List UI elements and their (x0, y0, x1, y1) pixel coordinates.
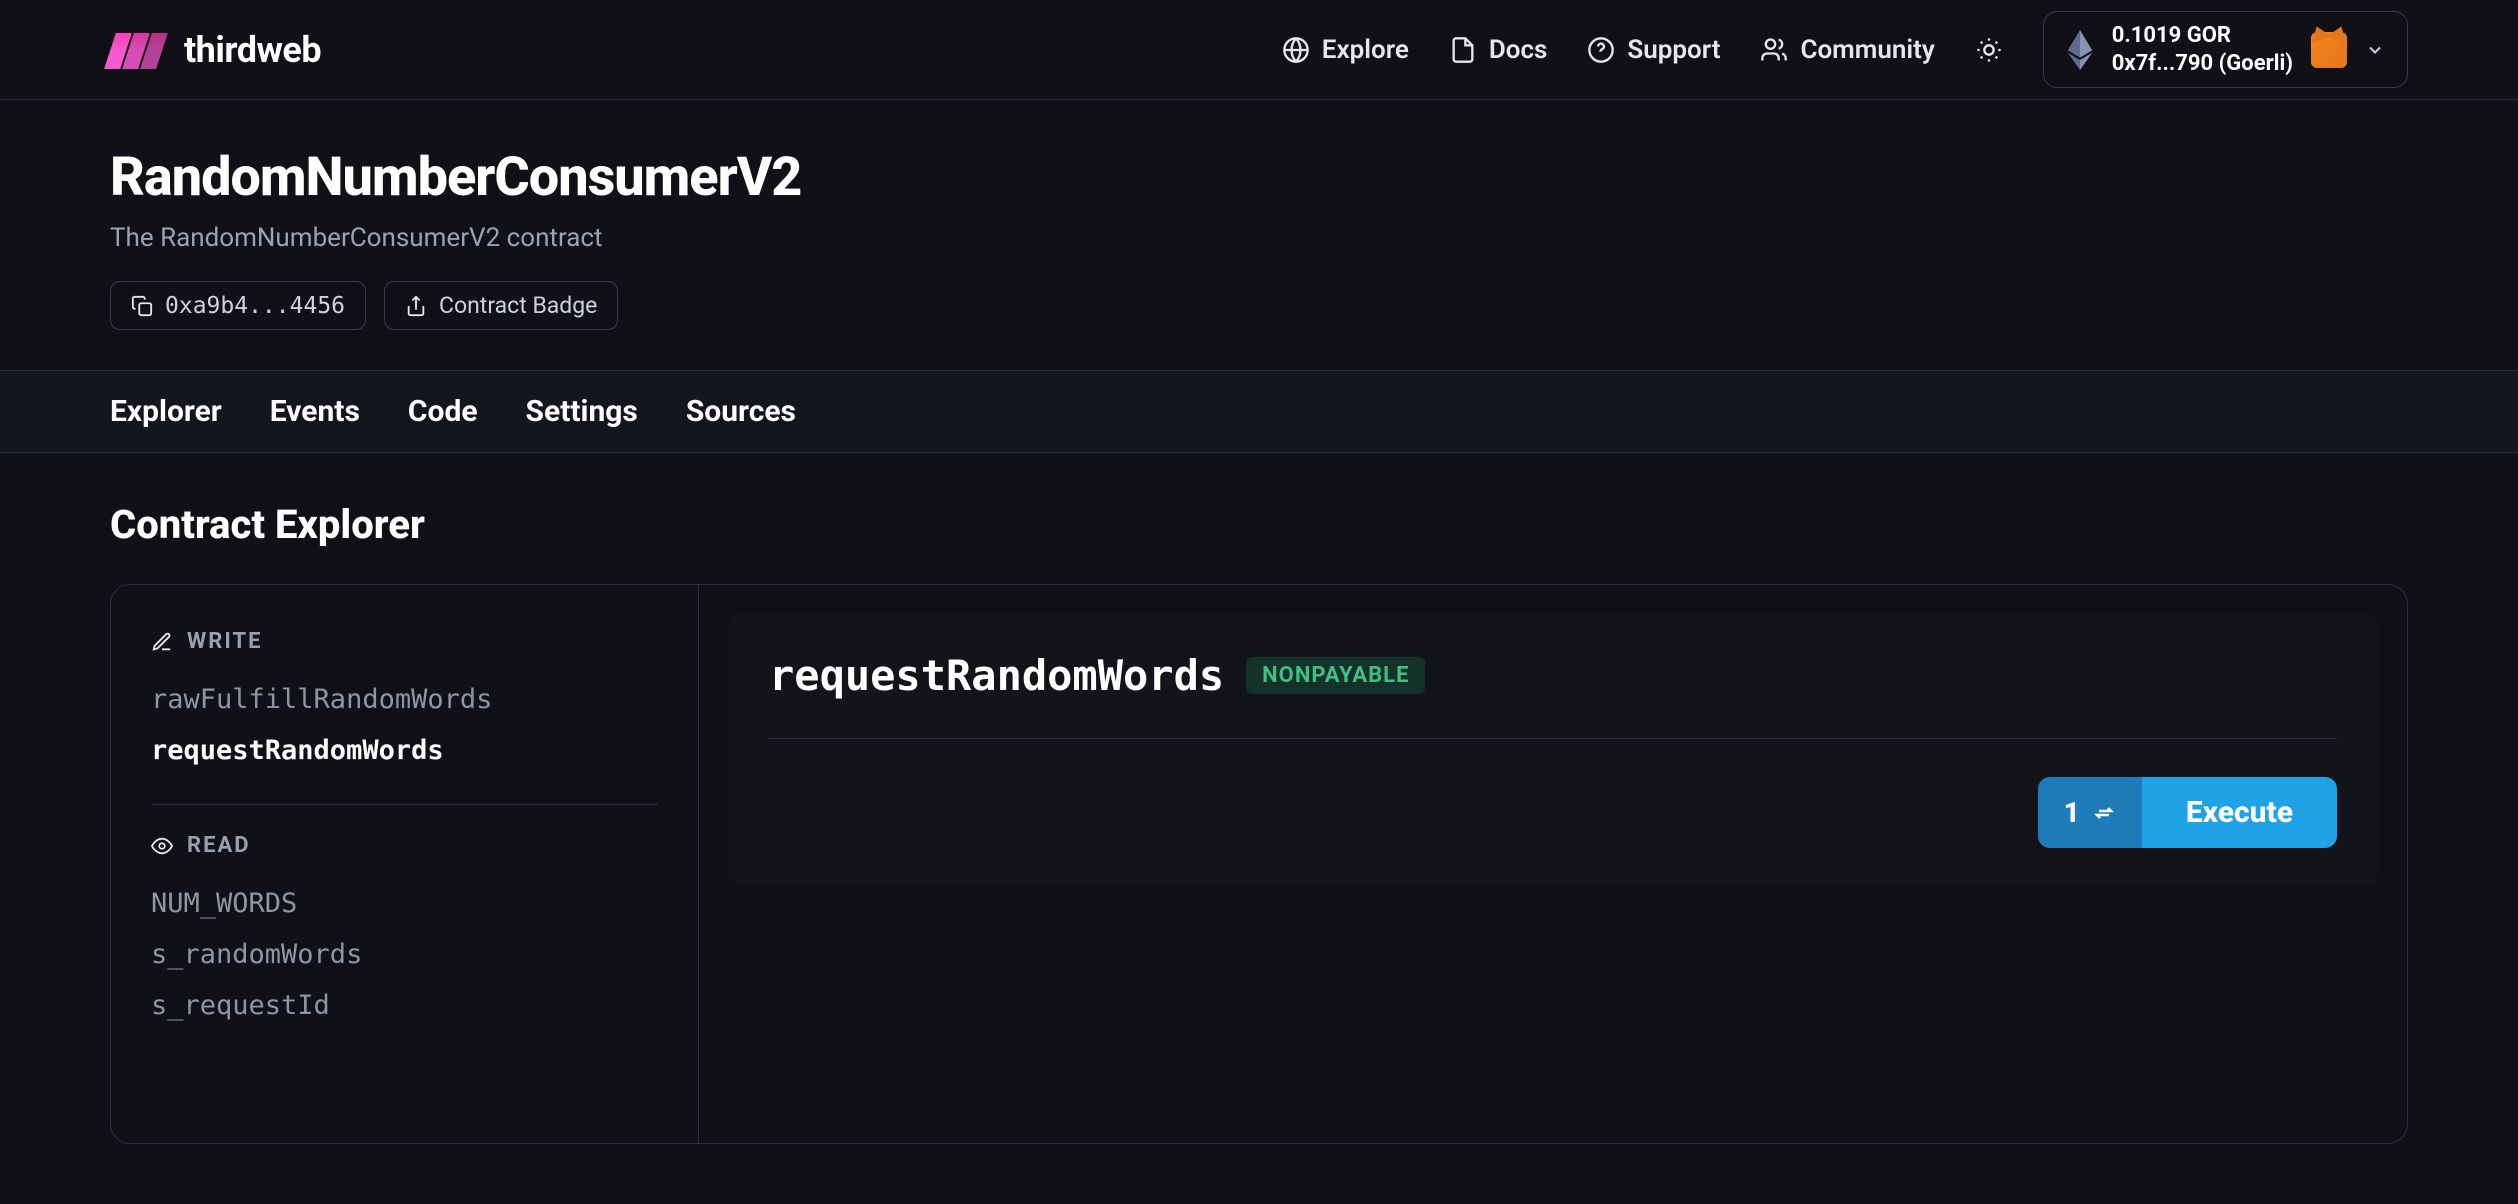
nav-support[interactable]: Support (1587, 35, 1720, 65)
contract-subtitle: The RandomNumberConsumerV2 contract (110, 223, 2408, 253)
contract-address-text: 0xa9b4...4456 (165, 293, 345, 319)
detail-divider (769, 738, 2337, 739)
contract-badge-button[interactable]: Contract Badge (384, 281, 618, 330)
nav-explore[interactable]: Explore (1282, 35, 1409, 65)
nav-docs[interactable]: Docs (1449, 35, 1548, 65)
sidebar-divider (151, 804, 658, 805)
fn-num-words[interactable]: NUM_WORDS (151, 878, 658, 929)
share-icon (405, 295, 427, 317)
metamask-icon (2311, 32, 2347, 68)
nav-explore-label: Explore (1322, 35, 1409, 65)
nav-docs-label: Docs (1489, 35, 1548, 65)
swap-icon (2092, 801, 2116, 825)
sun-icon (1975, 36, 2003, 64)
contract-address-pill[interactable]: 0xa9b4...4456 (110, 281, 366, 330)
wallet-address: 0x7f...790 (Goerli) (2112, 50, 2293, 78)
tab-settings[interactable]: Settings (526, 394, 638, 429)
globe-icon (1282, 36, 1310, 64)
fn-rawfulfillrandomwords[interactable]: rawFulfillRandomWords (151, 674, 658, 725)
nav-community[interactable]: Community (1760, 35, 1934, 65)
pencil-icon (151, 631, 173, 653)
copy-icon (131, 295, 153, 317)
write-label: WRITE (187, 629, 262, 654)
tx-count: 1 (2064, 796, 2080, 829)
wallet-balance: 0.1019 GOR (2112, 22, 2293, 50)
wallet-button[interactable]: 0.1019 GOR 0x7f...790 (Goerli) (2043, 11, 2408, 88)
eye-icon (151, 835, 173, 857)
tab-sources[interactable]: Sources (686, 394, 796, 429)
tab-explorer[interactable]: Explorer (110, 394, 222, 429)
brand-name: thirdweb (184, 29, 321, 71)
nav-community-label: Community (1800, 35, 1934, 65)
read-group-header: READ (151, 833, 658, 858)
write-group-header: WRITE (151, 629, 658, 654)
brand-logo[interactable]: thirdweb (110, 29, 321, 71)
function-detail-card: requestRandomWords NONPAYABLE 1 Execute (727, 613, 2379, 886)
ethereum-icon (2066, 30, 2094, 70)
help-icon (1587, 36, 1615, 64)
nav-support-label: Support (1627, 35, 1720, 65)
fn-requestrandomwords[interactable]: requestRandomWords (151, 725, 658, 776)
read-label: READ (187, 833, 251, 858)
tab-code[interactable]: Code (408, 394, 478, 429)
contract-badge-label: Contract Badge (439, 292, 597, 319)
tab-events[interactable]: Events (270, 394, 360, 429)
execute-button[interactable]: Execute (2142, 777, 2337, 848)
contract-title: RandomNumberConsumerV2 (110, 146, 2408, 209)
tx-count-toggle[interactable]: 1 (2038, 777, 2142, 848)
detail-fn-name: requestRandomWords (769, 651, 1224, 700)
fn-s-randomwords[interactable]: s_randomWords (151, 929, 658, 980)
users-icon (1760, 36, 1788, 64)
section-title: Contract Explorer (110, 501, 2408, 548)
theme-toggle[interactable] (1975, 36, 2003, 64)
mutability-badge: NONPAYABLE (1246, 657, 1425, 694)
chevron-down-icon (2365, 40, 2385, 60)
file-icon (1449, 36, 1477, 64)
explorer-card: WRITE rawFulfillRandomWords requestRando… (110, 584, 2408, 1144)
logo-icon (110, 31, 170, 69)
fn-s-requestid[interactable]: s_requestId (151, 980, 658, 1031)
